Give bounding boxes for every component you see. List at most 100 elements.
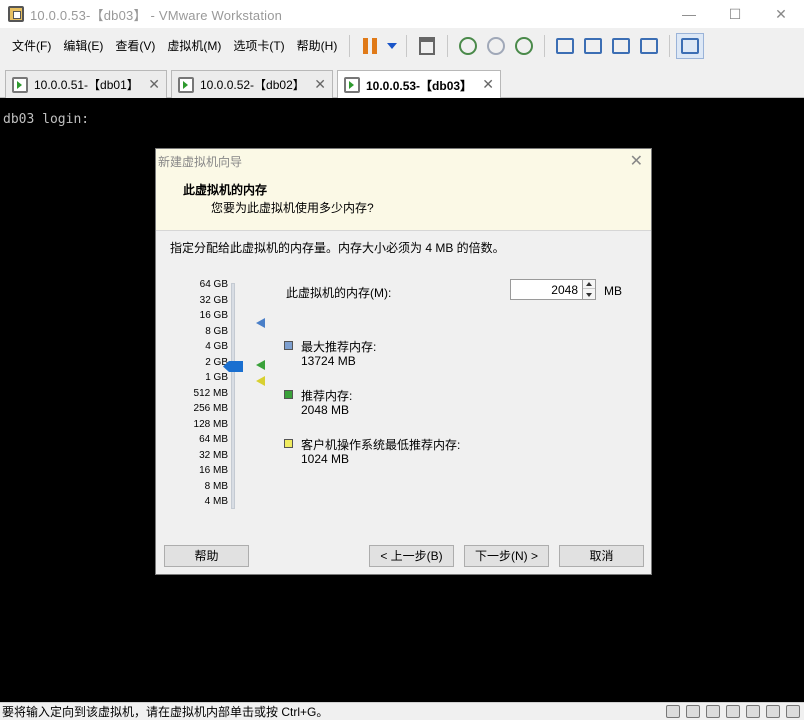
max-recommended-swatch xyxy=(284,341,293,350)
scale-label: 64 GB xyxy=(199,279,228,290)
scale-label: 32 GB xyxy=(199,294,228,306)
sound-card-icon[interactable] xyxy=(746,705,760,718)
guest-min-swatch xyxy=(284,439,293,448)
toolbar-separator xyxy=(447,35,449,57)
memory-size-input[interactable] xyxy=(510,279,584,300)
revert-snapshot-icon xyxy=(487,37,506,55)
thumbnail-bar-button[interactable] xyxy=(579,33,607,59)
vm-running-icon xyxy=(344,77,360,93)
scale-label: 4 GB xyxy=(205,341,228,352)
help-button[interactable]: 帮助 xyxy=(164,545,249,567)
arrow-up-icon xyxy=(586,282,592,286)
scale-label: 32 MB xyxy=(199,449,228,461)
tab-db01[interactable]: 10.0.0.51-【db01】 ✕ xyxy=(5,70,167,98)
menu-bar: 文件(F) 编辑(E) 查看(V) 虚拟机(M) 选项卡(T) 帮助(H) xyxy=(0,30,804,62)
close-button[interactable]: ✕ xyxy=(758,0,804,28)
next-button[interactable]: 下一步(N) > xyxy=(464,545,549,567)
scale-label: 1 GB xyxy=(205,372,228,383)
scale-label: 4 MB xyxy=(204,496,228,507)
scale-label: 512 MB xyxy=(193,387,228,399)
snapshot-icon xyxy=(459,37,478,55)
minimize-button[interactable]: — xyxy=(666,0,712,28)
send-ctrl-alt-del-button[interactable] xyxy=(413,33,441,59)
full-screen-button[interactable] xyxy=(607,33,635,59)
menu-file[interactable]: 文件(F) xyxy=(6,35,57,57)
power-dropdown-button[interactable] xyxy=(384,33,400,59)
tab-close-icon[interactable]: ✕ xyxy=(314,76,326,93)
snapshot-manager-button[interactable] xyxy=(510,33,538,59)
status-message: 要将输入定向到该虚拟机，请在虚拟机内部单击或按 Ctrl+G。 xyxy=(2,705,329,719)
cancel-button[interactable]: 取消 xyxy=(559,545,644,567)
take-snapshot-button[interactable] xyxy=(454,33,482,59)
memory-slider-track[interactable] xyxy=(231,283,235,509)
recommended-title: 推荐内存: xyxy=(301,389,353,403)
vm-tab-strip: 10.0.0.51-【db01】 ✕ 10.0.0.52-【db02】 ✕ 10… xyxy=(0,66,804,99)
device-icons xyxy=(666,705,800,718)
dialog-close-icon[interactable]: ✕ xyxy=(630,151,643,171)
unity-icon xyxy=(640,38,659,54)
printer-icon[interactable] xyxy=(766,705,780,718)
menu-view[interactable]: 查看(V) xyxy=(109,35,161,57)
vmware-app-icon xyxy=(8,6,24,22)
cd-rom-icon[interactable] xyxy=(686,705,700,718)
recommended-value: 2048 MB xyxy=(301,403,350,417)
max-recommended-title: 最大推荐内存: xyxy=(301,340,377,354)
menu-vm[interactable]: 虚拟机(M) xyxy=(161,35,227,57)
title-bar: 10.0.0.53-【db03】 - VMware Workstation — … xyxy=(0,0,804,28)
memory-spinner[interactable] xyxy=(582,279,596,300)
hard-disk-icon[interactable] xyxy=(666,705,680,718)
tab-close-icon[interactable]: ✕ xyxy=(148,76,160,93)
guest-min-marker xyxy=(256,376,265,386)
spin-up-button[interactable] xyxy=(583,280,595,289)
guest-min-title: 客户机操作系统最低推荐内存: xyxy=(301,438,461,452)
dialog-description: 指定分配给此虚拟机的内存量。内存大小必须为 4 MB 的倍数。 xyxy=(170,241,505,255)
fullscreen-icon xyxy=(612,38,631,54)
vm-running-icon xyxy=(178,76,194,93)
usb-icon[interactable] xyxy=(726,705,740,718)
maximize-button[interactable]: ☐ xyxy=(712,0,758,28)
scale-label: 8 MB xyxy=(204,480,228,492)
scale-label: 16 MB xyxy=(199,465,228,476)
recommended-marker xyxy=(256,360,265,370)
menu-tabs[interactable]: 选项卡(T) xyxy=(227,35,290,57)
scale-label: 64 MB xyxy=(199,434,228,445)
window-title: 10.0.0.53-【db03】 - VMware Workstation xyxy=(30,7,283,23)
scale-label: 8 GB xyxy=(205,325,228,337)
pause-button[interactable] xyxy=(356,33,384,59)
back-button[interactable]: < 上一步(B) xyxy=(369,545,454,567)
unity-button[interactable] xyxy=(635,33,663,59)
dialog-title: 新建虚拟机向导 xyxy=(158,155,243,169)
revert-snapshot-button[interactable] xyxy=(482,33,510,59)
vm-running-icon xyxy=(12,76,28,93)
computer-icon xyxy=(419,37,436,55)
chevron-down-icon xyxy=(387,43,398,49)
toolbar-separator xyxy=(349,35,351,57)
tab-close-icon[interactable]: ✕ xyxy=(482,76,494,93)
arrow-down-icon xyxy=(586,292,592,297)
tab-label: 10.0.0.51-【db01】 xyxy=(34,78,139,92)
memory-unit: MB xyxy=(604,284,622,298)
menu-edit[interactable]: 编辑(E) xyxy=(57,35,109,57)
console-view-button[interactable] xyxy=(676,33,705,59)
console-login-prompt: db03 login: xyxy=(3,112,90,127)
guest-min-value: 1024 MB xyxy=(301,452,350,466)
new-vm-wizard-dialog: 新建虚拟机向导 ✕ 此虚拟机的内存 您要为此虚拟机使用多少内存? 指定分配给此虚… xyxy=(155,148,652,575)
tab-label: 10.0.0.52-【db02】 xyxy=(200,78,305,92)
network-adapter-icon[interactable] xyxy=(706,705,720,718)
max-recommended-value: 13724 MB xyxy=(301,354,356,368)
status-bar: 要将输入定向到该虚拟机，请在虚拟机内部单击或按 Ctrl+G。 xyxy=(0,702,804,720)
toolbar-separator xyxy=(406,35,408,57)
display-icon[interactable] xyxy=(786,705,800,718)
library-icon xyxy=(556,38,575,54)
tab-db03[interactable]: 10.0.0.53-【db03】 ✕ xyxy=(337,70,501,99)
toolbar-separator xyxy=(544,35,546,57)
console-view-icon xyxy=(681,38,700,54)
memory-label: 此虚拟机的内存(M): xyxy=(286,286,392,300)
show-library-button[interactable] xyxy=(551,33,579,59)
tab-db02[interactable]: 10.0.0.52-【db02】 ✕ xyxy=(171,70,333,98)
menu-help[interactable]: 帮助(H) xyxy=(291,35,344,57)
spin-down-button[interactable] xyxy=(583,290,595,299)
recommended-swatch xyxy=(284,390,293,399)
window-controls: — ☐ ✕ xyxy=(666,0,804,28)
scale-label: 256 MB xyxy=(193,403,228,414)
